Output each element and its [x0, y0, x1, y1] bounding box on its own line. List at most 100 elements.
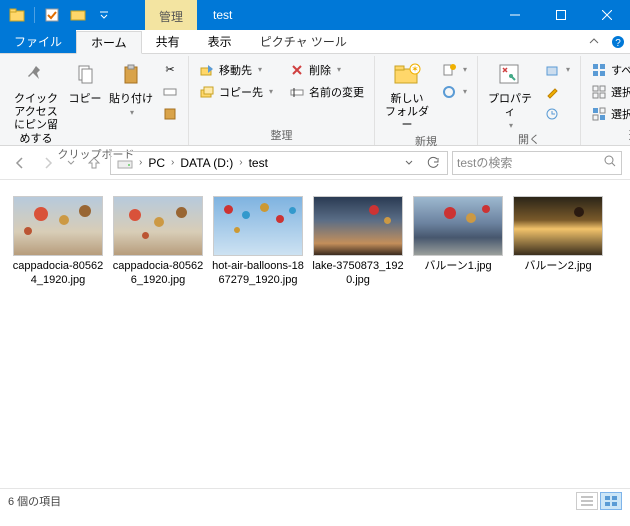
delete-icon: [289, 62, 305, 78]
svg-text:✶: ✶: [411, 64, 419, 74]
rename-button[interactable]: 名前の変更: [285, 81, 368, 102]
copy-path-button[interactable]: [158, 81, 182, 102]
tab-home[interactable]: ホーム: [76, 31, 142, 54]
file-name: lake-3750873_1920.jpg: [312, 260, 404, 288]
item-count: 6 個の項目: [8, 493, 61, 509]
open-button[interactable]: ▾: [540, 59, 574, 80]
invert-selection-button[interactable]: 選択の切り替え: [587, 103, 630, 124]
edit-button[interactable]: [540, 81, 574, 102]
move-icon: [199, 62, 215, 78]
cut-button[interactable]: ✂: [158, 59, 182, 80]
organize-group-label: 整理: [195, 127, 368, 145]
ribbon-group-select: すべて選択 選択解除 選択の切り替え 選択: [581, 56, 630, 145]
shortcut-icon: [162, 106, 178, 122]
tab-view[interactable]: 表示: [194, 30, 246, 53]
paste-shortcut-button[interactable]: [158, 103, 182, 124]
select-none-button[interactable]: 選択解除: [587, 81, 630, 102]
properties-icon: [494, 59, 526, 91]
help-icon[interactable]: ?: [606, 30, 630, 53]
forward-button[interactable]: [36, 151, 60, 175]
file-name: バルーン2.jpg: [524, 260, 591, 274]
chevron-right-icon[interactable]: ›: [137, 157, 144, 168]
new-group-label: 新規: [381, 133, 471, 151]
easy-access-button[interactable]: ▾: [437, 81, 471, 102]
thumbnail: [313, 196, 403, 256]
ribbon: クイック アクセスにピン留めする コピー 貼り付け▾ ✂ クリップボード 移動先…: [0, 54, 630, 146]
file-item[interactable]: バルーン2.jpg: [510, 192, 606, 292]
file-name: hot-air-balloons-1867279_1920.jpg: [212, 260, 304, 288]
ribbon-tabs: ファイル ホーム 共有 表示 ピクチャ ツール ?: [0, 30, 630, 54]
ribbon-group-open: プロパティ▾ ▾ 開く: [478, 56, 581, 145]
tab-picture-tools[interactable]: ピクチャ ツール: [246, 30, 361, 53]
new-item-icon: [441, 62, 457, 78]
delete-button[interactable]: 削除▾: [285, 59, 368, 80]
select-none-icon: [591, 84, 607, 100]
pin-icon: [20, 59, 52, 91]
file-item[interactable]: hot-air-balloons-1867279_1920.jpg: [210, 192, 306, 292]
properties-label: プロパティ: [484, 93, 536, 119]
select-all-button[interactable]: すべて選択: [587, 59, 630, 80]
properties-button[interactable]: プロパティ▾: [484, 59, 536, 131]
pin-quick-access-button[interactable]: クイック アクセスにピン留めする: [10, 59, 62, 146]
details-view-button[interactable]: [576, 492, 598, 510]
invert-icon: [591, 106, 607, 122]
minimize-button[interactable]: [492, 0, 538, 30]
refresh-icon[interactable]: [421, 156, 445, 170]
copy-to-icon: [199, 84, 215, 100]
qat-checkbox-icon[interactable]: [41, 4, 63, 26]
new-folder-button[interactable]: ✶ 新しい フォルダー: [381, 59, 433, 133]
chevron-right-icon[interactable]: ›: [237, 157, 244, 168]
qat-dropdown-icon[interactable]: [93, 4, 115, 26]
new-folder-label: 新しい フォルダー: [381, 93, 433, 133]
scissors-icon: ✂: [162, 62, 178, 78]
path-icon: [162, 84, 178, 100]
copy-icon: [69, 59, 101, 91]
breadcrumb-folder[interactable]: test: [245, 152, 272, 174]
close-button[interactable]: [584, 0, 630, 30]
search-input[interactable]: testの検索: [452, 151, 622, 175]
copy-button[interactable]: コピー: [64, 59, 106, 106]
paste-button[interactable]: 貼り付け▾: [108, 59, 154, 118]
svg-text:?: ?: [615, 38, 621, 49]
status-bar: 6 個の項目: [0, 488, 630, 512]
qat-folder-icon[interactable]: [67, 4, 89, 26]
back-button[interactable]: [8, 151, 32, 175]
paste-icon: [115, 59, 147, 91]
paste-label: 貼り付け: [109, 93, 153, 106]
thumbnail-view-button[interactable]: [600, 492, 622, 510]
address-dropdown-icon[interactable]: [397, 159, 421, 167]
breadcrumb-drive[interactable]: DATA (D:): [176, 152, 237, 174]
up-button[interactable]: [82, 151, 106, 175]
select-all-icon: [591, 62, 607, 78]
file-name: cappadocia-805626_1920.jpg: [112, 260, 204, 288]
ribbon-group-new: ✶ 新しい フォルダー ▾ ▾ 新規: [375, 56, 478, 145]
maximize-button[interactable]: [538, 0, 584, 30]
rename-icon: [289, 84, 305, 100]
history-button[interactable]: [540, 103, 574, 124]
file-item[interactable]: cappadocia-805626_1920.jpg: [110, 192, 206, 292]
copy-to-button[interactable]: コピー先▾: [195, 81, 277, 102]
file-item[interactable]: cappadocia-805624_1920.jpg: [10, 192, 106, 292]
ribbon-group-clipboard: クイック アクセスにピン留めする コピー 貼り付け▾ ✂ クリップボード: [4, 56, 189, 145]
ribbon-collapse-icon[interactable]: [582, 30, 606, 53]
file-item[interactable]: lake-3750873_1920.jpg: [310, 192, 406, 292]
chevron-right-icon[interactable]: ›: [169, 157, 176, 168]
new-item-button[interactable]: ▾: [437, 59, 471, 80]
file-list[interactable]: cappadocia-805624_1920.jpgcappadocia-805…: [0, 180, 630, 488]
easy-access-icon: [441, 84, 457, 100]
open-icon: [544, 62, 560, 78]
recent-dropdown-icon[interactable]: [64, 151, 78, 175]
address-bar[interactable]: › PC › DATA (D:) › test: [110, 151, 448, 175]
thumbnail: [213, 196, 303, 256]
quick-access-toolbar: [0, 4, 115, 26]
new-folder-icon: ✶: [391, 59, 423, 91]
title-bar: 管理 test: [0, 0, 630, 30]
move-to-button[interactable]: 移動先▾: [195, 59, 277, 80]
tab-share[interactable]: 共有: [142, 30, 194, 53]
context-tab-manage[interactable]: 管理: [145, 0, 197, 30]
tab-file[interactable]: ファイル: [0, 30, 76, 53]
breadcrumb-pc[interactable]: PC: [144, 152, 169, 174]
folder-icon: [6, 4, 28, 26]
ribbon-group-organize: 移動先▾ コピー先▾ 削除▾ 名前の変更 整理: [189, 56, 375, 145]
file-item[interactable]: バルーン1.jpg: [410, 192, 506, 292]
